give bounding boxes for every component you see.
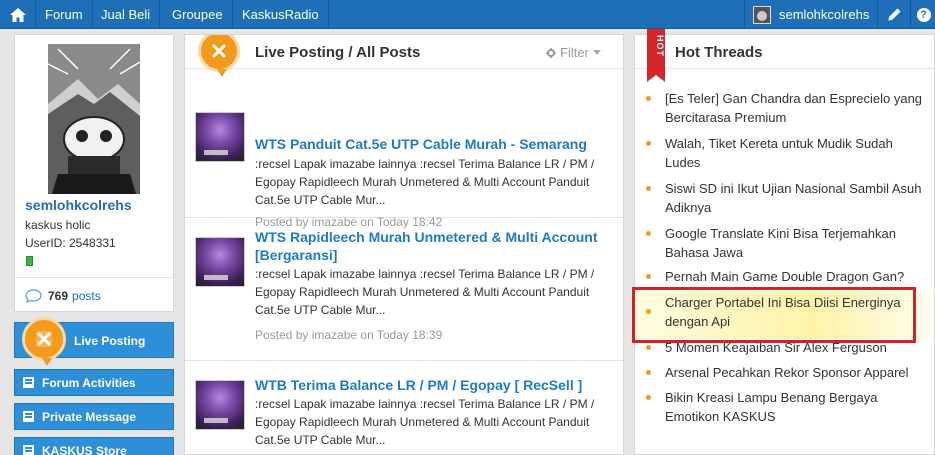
bullet-icon [646, 345, 651, 350]
online-status-indicator [26, 256, 33, 266]
user-menu[interactable]: semlohkcolrehs [744, 0, 879, 29]
post-excerpt: :recsel Lapak imazabe lainnya :recsel Te… [255, 157, 595, 207]
divider [15, 277, 173, 278]
post-meta: Posted by imazabe on Today 18:39 [255, 328, 443, 342]
filter-dropdown[interactable]: Filter [546, 45, 601, 60]
post-title-link[interactable]: WTS Panduit Cat.5e UTP Cable Murah - Sem… [255, 135, 615, 153]
post-title-link[interactable]: WTS Rapidleech Murah Unmetered & Multi A… [255, 228, 615, 264]
kaskus-logo-icon [212, 44, 226, 58]
hot-thread-title: Pernah Main Game Double Dragon Gan? [665, 269, 905, 284]
posts-label: posts [72, 289, 101, 303]
kaskus-store-label: KASKUS Store [42, 443, 127, 455]
forum-activities-label: Forum Activities [42, 375, 136, 390]
post-title-link[interactable]: WTB Terima Balance LR / PM / Egopay [ Re… [255, 376, 615, 394]
hot-thread-title: Siswi SD ini Ikut Ujian Nasional Sambil … [665, 181, 922, 215]
hot-thread-title: Bikin Kreasi Lampu Benang Bergaya Emotik… [665, 390, 878, 424]
profile-picture[interactable] [48, 44, 140, 194]
panel-title: Hot Threads [675, 44, 763, 61]
bullet-icon [646, 274, 651, 279]
chevron-down-icon [592, 50, 601, 55]
live-posting-header: Live Posting / All Posts Filter [185, 35, 623, 77]
hot-thread-item[interactable]: [Es Teler] Gan Chandra dan Esprecielo ya… [635, 89, 934, 127]
topbar-username: semlohkcolrehs [779, 7, 870, 22]
profile-username[interactable]: semlohkcolrehs [25, 197, 132, 213]
live-posting-label: Live Posting [74, 334, 146, 348]
profile-post-count[interactable]: 769 posts [25, 289, 101, 303]
list-icon [23, 411, 34, 422]
create-thread-button[interactable] [879, 0, 911, 29]
list-item: WTB Terima Balance LR / PM / Egopay [ Re… [185, 361, 623, 454]
post-count-value: 769 [48, 289, 69, 303]
bullet-icon [646, 395, 651, 400]
help-button[interactable]: ? [912, 0, 935, 29]
hot-thread-item[interactable]: Arsenal Pecahkan Rekor Sponsor Apparel [635, 363, 934, 383]
hot-threads-header: HOT Hot Threads [635, 29, 934, 82]
list-item: WTS Panduit Cat.5e UTP Cable Murah - Sem… [185, 70, 623, 229]
home-icon [9, 7, 26, 22]
nav-kaskusradio[interactable]: KaskusRadio [233, 0, 329, 29]
post-excerpt: :recsel Lapak imazabe lainnya :recsel Te… [255, 397, 595, 447]
profile-user-id: UserID: 2548331 [25, 236, 116, 250]
private-message-button[interactable]: Private Message [14, 403, 174, 430]
poster-avatar[interactable] [195, 380, 245, 430]
hot-thread-item[interactable]: Pernah Main Game Double Dragon Gan? [635, 267, 934, 287]
bullet-icon [646, 186, 651, 191]
list-item: WTS Rapidleech Murah Unmetered & Multi A… [185, 218, 623, 361]
live-posting-panel: Live Posting / All Posts Filter WTS Pand… [184, 34, 624, 455]
home-button[interactable] [0, 0, 36, 29]
post-excerpt: :recsel Lapak imazabe lainnya :recsel Te… [255, 267, 595, 317]
speech-bubble-icon [25, 289, 42, 303]
bullet-icon [646, 370, 651, 375]
bullet-icon [646, 141, 651, 146]
poster-avatar[interactable] [195, 112, 245, 162]
kaskus-store-button[interactable]: KASKUS Store [14, 437, 174, 455]
live-posting-logo-icon [22, 317, 66, 366]
nav-forum[interactable]: Forum [36, 0, 93, 29]
nav-groupee[interactable]: Groupee [163, 0, 233, 29]
forum-activities-button[interactable]: Forum Activities [14, 369, 174, 396]
gear-icon [546, 47, 556, 58]
filter-label: Filter [560, 45, 589, 60]
hot-thread-title: [Es Teler] Gan Chandra dan Esprecielo ya… [665, 91, 923, 125]
list-icon [23, 377, 34, 388]
top-navigation-bar: Forum Jual Beli Groupee KaskusRadio seml… [0, 0, 935, 29]
hot-thread-item[interactable]: Siswi SD ini Ikut Ujian Nasional Sambil … [635, 179, 934, 217]
hot-threads-panel: HOT Hot Threads [Es Teler] Gan Chandra d… [634, 29, 935, 455]
hot-thread-item[interactable]: Bikin Kreasi Lampu Benang Bergaya Emotik… [635, 388, 934, 426]
profile-rank: kaskus holic [25, 218, 91, 232]
hot-ribbon-icon: HOT [647, 29, 665, 82]
help-icon: ? [916, 7, 931, 22]
avatar [753, 5, 771, 24]
hot-thread-title: Google Translate Kini Bisa Terjemahkan B… [665, 226, 896, 260]
profile-picture-art [48, 44, 140, 194]
private-message-label: Private Message [42, 409, 137, 424]
highlight-box [632, 287, 916, 343]
panel-title: Live Posting / All Posts [255, 44, 421, 61]
hot-thread-item[interactable]: Google Translate Kini Bisa Terjemahkan B… [635, 224, 934, 262]
hot-thread-title: Walah, Tiket Kereta untuk Mudik Sudah Lu… [665, 136, 893, 170]
hot-thread-item[interactable]: Walah, Tiket Kereta untuk Mudik Sudah Lu… [635, 134, 934, 172]
live-posting-logo-icon [198, 35, 240, 77]
profile-card: semlohkcolrehs kaskus holic UserID: 2548… [14, 34, 174, 312]
bullet-icon [646, 96, 651, 101]
kaskus-logo-icon [36, 331, 52, 347]
bullet-icon [646, 231, 651, 236]
poster-avatar[interactable] [195, 237, 245, 287]
pencil-icon [888, 8, 901, 21]
list-icon [23, 445, 34, 455]
hot-thread-title: Arsenal Pecahkan Rekor Sponsor Apparel [665, 365, 909, 380]
nav-jual-beli[interactable]: Jual Beli [92, 0, 161, 29]
